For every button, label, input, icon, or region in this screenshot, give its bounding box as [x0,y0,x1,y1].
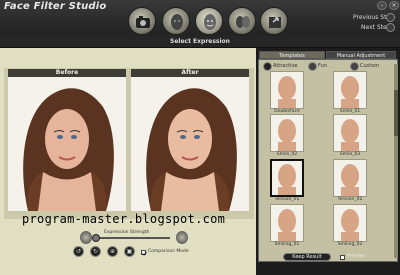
neutral-face-icon[interactable] [80,231,92,244]
keep-result-button[interactable]: Keep Result [283,253,331,261]
expression-strength-slider[interactable] [98,237,170,239]
template-label: Tension_01 [274,197,300,202]
template-thumbnail[interactable]: Doubleface [270,71,304,114]
after-panel: After [131,69,249,211]
template-label: Smiling_02 [337,242,363,247]
full-expression-face-icon[interactable] [176,231,188,244]
camera-icon[interactable] [128,7,156,35]
after-title: After [131,69,249,77]
before-panel: Before [8,69,126,211]
expression-strength-label: Expression Strength [104,230,150,235]
preview-label: Preview [347,254,365,259]
close-icon[interactable]: × [389,1,399,10]
filter-attractive-label: Attractive [273,63,298,69]
zoom-button[interactable]: ⊕ [107,246,118,257]
rotate-right-button[interactable]: ↻ [90,246,101,257]
export-icon[interactable] [260,7,288,35]
template-thumbnail[interactable]: Smile_01 [333,71,367,114]
before-photo [8,77,126,211]
step-title: Select Expression [170,38,230,45]
template-label: Smiling_01 [274,242,300,247]
minimize-icon[interactable]: – [377,1,387,10]
previous-step-button[interactable] [386,13,395,22]
after-photo [131,77,249,211]
before-title: Before [8,69,126,77]
faces-compare-icon[interactable] [228,7,256,35]
face-gray-icon[interactable] [162,7,190,35]
tab-manual-adjustment[interactable]: Manual Adjustment [326,51,396,59]
comparison-mode-checkbox[interactable] [141,250,147,256]
template-thumbnail-selected[interactable]: Tension_01 [270,159,304,202]
template-label: Tension_02 [337,197,363,202]
filter-custom-label: Custom [360,63,380,69]
filter-custom-radio[interactable] [350,62,359,71]
rotate-left-button[interactable]: ↺ [73,246,84,257]
tab-templates[interactable]: Templates [259,51,325,59]
template-thumbnail[interactable]: Smile_02 [270,114,304,157]
face-expression-icon[interactable] [195,7,223,35]
comparison-mode-label: Comparison Mode [148,249,189,254]
next-step-button[interactable] [386,23,395,32]
preview-checkbox[interactable] [340,255,345,260]
scrollbar-thumb[interactable] [394,90,398,136]
filter-fun-label: Fun [318,63,327,69]
app-title: Face Filter Studio [4,1,107,12]
watermark-text: program-master.blogspot.com [22,212,226,226]
template-thumbnail[interactable]: Smile_03 [333,114,367,157]
template-thumbnail[interactable]: Tension_02 [333,159,367,202]
filter-attractive-radio[interactable] [263,62,272,71]
slider-handle[interactable] [92,234,100,242]
template-thumbnail[interactable]: Smiling_02 [333,204,367,247]
filter-fun-radio[interactable] [308,62,317,71]
template-thumbnail[interactable]: Smiling_01 [270,204,304,247]
save-button[interactable]: ▣ [124,246,135,257]
